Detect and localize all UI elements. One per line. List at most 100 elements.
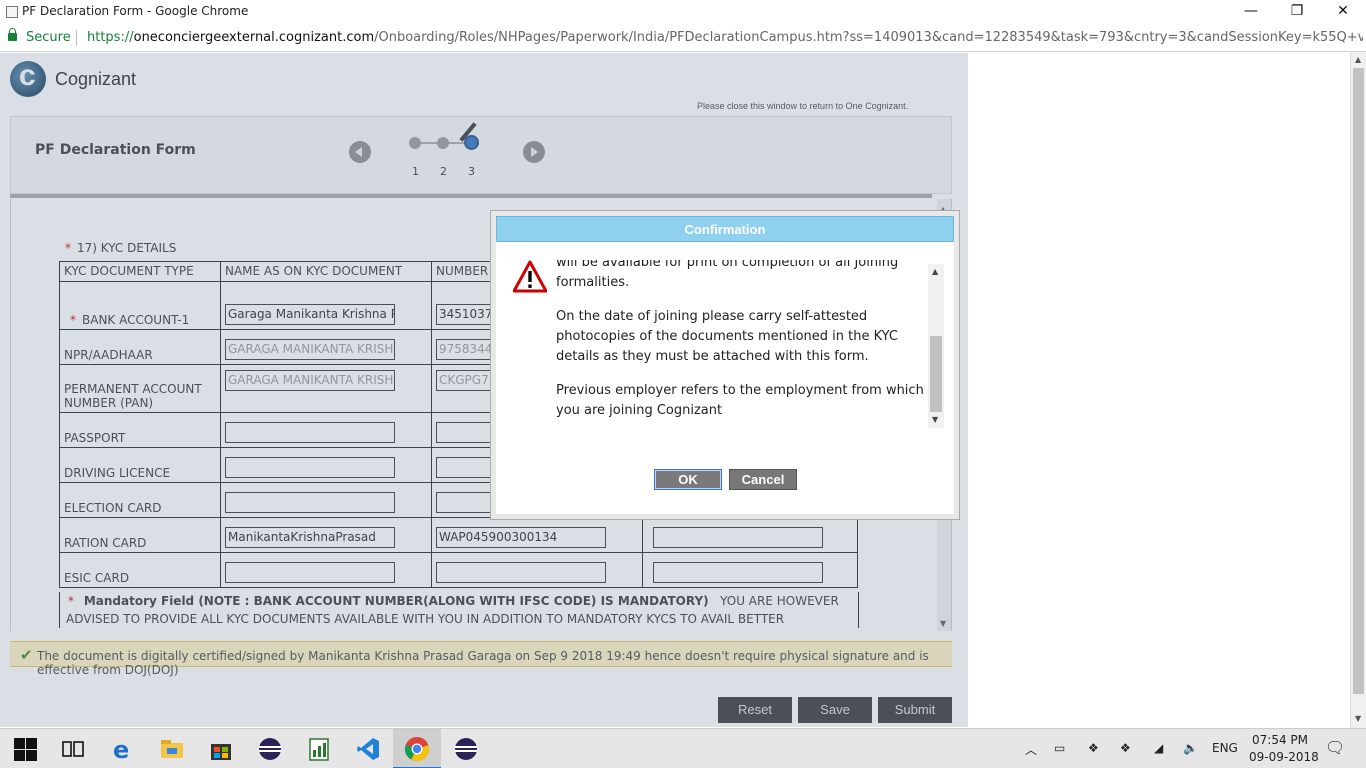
- step-2-label: 2: [440, 165, 447, 178]
- digital-signature-note: ✔ The document is digitally certified/si…: [10, 641, 952, 677]
- extra-cell: [642, 552, 858, 588]
- brand-name: Cognizant: [55, 69, 137, 89]
- task-view-icon[interactable]: [60, 736, 86, 762]
- dialog-title: Confirmation: [496, 216, 954, 242]
- passport-name-input[interactable]: [225, 422, 395, 443]
- kyc-heading-text: 17) KYC DETAILS: [77, 241, 177, 255]
- dialog-paragraph: On the date of joining please carry self…: [556, 309, 898, 364]
- required-star: *: [70, 313, 76, 327]
- submit-button[interactable]: Submit: [878, 697, 952, 723]
- number-cell: WAP045900300134: [431, 517, 643, 553]
- svg-text:e: e: [113, 736, 129, 762]
- row-label: ESIC CARD: [59, 552, 221, 588]
- form-title: PF Declaration Form: [35, 142, 196, 158]
- required-star: *: [68, 594, 74, 608]
- secure-label[interactable]: Secure: [26, 30, 71, 45]
- edge-browser-icon[interactable]: e: [110, 736, 136, 762]
- url-scheme: https://: [87, 30, 134, 45]
- dialog-body: Confirmation will be available for print…: [496, 216, 954, 514]
- name-cell: [220, 482, 432, 518]
- row-label: DRIVING LICENCE: [59, 447, 221, 483]
- table-row: RATION CARD ManikantaKrishnaPrasad WAP04…: [59, 517, 858, 553]
- chrome-icon[interactable]: [404, 736, 430, 762]
- dropbox-icon-2[interactable]: ❖: [1120, 741, 1131, 755]
- previous-step-button[interactable]: [349, 141, 371, 163]
- page-scroll-down-icon[interactable]: ▼: [1355, 714, 1361, 723]
- page-scrollbar[interactable]: ▲ ▼: [1350, 52, 1366, 728]
- aadhaar-name-input[interactable]: GARAGA MANIKANTA KRISH: [225, 339, 395, 360]
- required-star: *: [65, 241, 71, 255]
- dialog-message[interactable]: will be available for print on completio…: [556, 260, 926, 430]
- row-label: * BANK ACCOUNT-1: [59, 281, 221, 330]
- extra-cell: [642, 517, 858, 553]
- eclipse-icon[interactable]: [257, 736, 283, 762]
- row-label: ELECTION CARD: [59, 482, 221, 518]
- wifi-icon[interactable]: ◢: [1154, 741, 1163, 755]
- step-2-dot[interactable]: [437, 137, 449, 149]
- esic-name-input[interactable]: [225, 562, 395, 583]
- window-titlebar: PF Declaration Form - Google Chrome — ❐ …: [0, 0, 1366, 24]
- page-scroll-thumb[interactable]: [1353, 68, 1364, 694]
- ok-button[interactable]: OK: [654, 469, 722, 490]
- notifications-icon[interactable]: 🗨: [1325, 738, 1345, 757]
- header-doc-type: KYC DOCUMENT TYPE: [59, 261, 221, 282]
- name-cell: [220, 412, 432, 448]
- step-1-dot[interactable]: [409, 137, 421, 149]
- next-step-button[interactable]: [523, 141, 545, 163]
- digital-signature-text: The document is digitally certified/sign…: [37, 649, 929, 677]
- dialog-scroll-up-icon[interactable]: ▲: [932, 267, 938, 276]
- eclipse-icon-2[interactable]: [453, 736, 479, 762]
- number-cell: [431, 552, 643, 588]
- ration-extra-input[interactable]: [653, 527, 823, 548]
- election-name-input[interactable]: [225, 492, 395, 513]
- language-indicator[interactable]: ENG: [1212, 741, 1238, 755]
- show-hidden-icons-icon[interactable]: ︿: [1025, 741, 1037, 758]
- scroll-down-arrow-icon[interactable]: ▼: [940, 619, 946, 628]
- reset-button[interactable]: Reset: [718, 697, 792, 723]
- dialog-scroll-thumb[interactable]: [930, 336, 942, 412]
- bank-name-input[interactable]: Garaga Manikanta Krishna P: [225, 304, 395, 325]
- store-icon[interactable]: [208, 736, 234, 762]
- cognizant-logo-icon: [10, 59, 46, 97]
- name-cell: GARAGA MANIKANTA KRISH: [220, 364, 432, 413]
- url-host: oneconciergeexternal.cognizant.com: [133, 30, 375, 45]
- header-name: NAME AS ON KYC DOCUMENT: [220, 261, 432, 282]
- esic-number-input[interactable]: [436, 562, 606, 583]
- ration-number-input[interactable]: WAP045900300134: [436, 527, 606, 548]
- page-scroll-up-icon[interactable]: ▲: [1355, 55, 1361, 64]
- ration-name-input[interactable]: ManikantaKrishnaPrasad: [225, 527, 395, 548]
- chrome-taskbar-slot[interactable]: [393, 729, 441, 768]
- clock-time[interactable]: 07:54 PM: [1252, 733, 1308, 747]
- minimize-button[interactable]: —: [1228, 0, 1274, 24]
- battery-icon[interactable]: ▭: [1054, 741, 1065, 755]
- pan-name-input[interactable]: GARAGA MANIKANTA KRISH: [225, 370, 395, 391]
- row-label-text: BANK ACCOUNT-1: [82, 313, 190, 327]
- lock-icon[interactable]: [8, 28, 17, 41]
- url-field[interactable]: https://oneconciergeexternal.cognizant.c…: [87, 30, 1363, 45]
- cancel-button[interactable]: Cancel: [729, 469, 797, 490]
- save-button[interactable]: Save: [798, 697, 872, 723]
- kyc-section-heading: * 17) KYC DETAILS: [65, 241, 176, 255]
- spreadsheet-app-icon[interactable]: [306, 736, 332, 762]
- dialog-scrollbar[interactable]: ▲ ▼: [928, 264, 944, 428]
- step-3-dot[interactable]: [464, 135, 479, 150]
- close-window-button[interactable]: ✕: [1320, 0, 1366, 24]
- restore-button[interactable]: ❐: [1274, 0, 1320, 24]
- header-divider: [10, 194, 932, 198]
- address-bar[interactable]: Secure https://oneconciergeexternal.cogn…: [0, 24, 1366, 52]
- mandatory-note: * Mandatory Field (NOTE : BANK ACCOUNT N…: [59, 592, 859, 628]
- url-path: /Onboarding/Roles/NHPages/Paperwork/Indi…: [374, 30, 1363, 45]
- warning-icon: [513, 260, 547, 293]
- form-header: PF Declaration Form: [10, 116, 952, 194]
- volume-icon[interactable]: 🔈: [1183, 741, 1198, 755]
- windows-start-icon[interactable]: [12, 736, 38, 762]
- file-explorer-icon[interactable]: [159, 736, 185, 762]
- vscode-icon[interactable]: [355, 736, 381, 762]
- dialog-scroll-down-icon[interactable]: ▼: [932, 415, 938, 424]
- clock-date[interactable]: 09-09-2018: [1249, 750, 1319, 764]
- esic-extra-input[interactable]: [653, 562, 823, 583]
- dl-name-input[interactable]: [225, 457, 395, 478]
- dropbox-icon[interactable]: ❖: [1088, 741, 1099, 755]
- window-title: PF Declaration Form - Google Chrome: [22, 4, 249, 18]
- table-row: ESIC CARD: [59, 552, 858, 588]
